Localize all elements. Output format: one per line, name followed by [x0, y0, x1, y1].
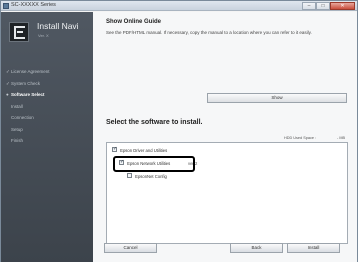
- step-list: ✓ License Agreement ✓ System Check ● Sof…: [1, 66, 93, 147]
- close-button[interactable]: ✕: [330, 2, 355, 10]
- window-title: SC-XXXXX Series: [11, 2, 56, 8]
- check-icon: ✓: [6, 69, 10, 74]
- step-system-check: ✓ System Check: [1, 78, 93, 90]
- software-item-label: EpsonNet Config: [135, 174, 167, 179]
- step-label: Software Select: [11, 92, 45, 97]
- software-select-heading: Select the software to install.: [106, 119, 203, 126]
- online-guide-heading: Show Online Guide: [106, 19, 162, 25]
- step-label: License Agreement: [11, 69, 50, 74]
- step-label: Connection: [11, 115, 34, 120]
- step-finish: Finish: [1, 135, 93, 147]
- install-navi-logo: [9, 22, 29, 42]
- software-item-driver-utilities[interactable]: Epson Driver and Utilities: [112, 146, 168, 155]
- step-label: Install: [11, 103, 23, 109]
- install-button[interactable]: Install: [287, 243, 340, 253]
- step-connection: Connection: [1, 112, 93, 124]
- step-license-agreement: ✓ License Agreement: [1, 66, 93, 78]
- disk-space-value: - MB: [337, 136, 346, 140]
- step-label: Setup: [11, 126, 23, 132]
- sidebar: Install Navi Ver. X ✓ License Agreement …: [1, 12, 93, 262]
- app-version: Ver. X: [38, 33, 49, 38]
- app-name: Install Navi: [37, 21, 79, 31]
- step-label: Finish: [11, 138, 24, 143]
- maximize-button[interactable]: □: [316, 2, 330, 10]
- app-icon: [3, 3, 9, 9]
- step-install: Install: [1, 101, 93, 113]
- cancel-button[interactable]: Cancel: [104, 243, 157, 253]
- step-setup: Setup: [1, 124, 93, 136]
- checkbox-checked-icon[interactable]: [112, 146, 117, 153]
- step-label: System Check: [11, 80, 41, 86]
- software-item-label: Epson Driver and Utilities: [120, 148, 168, 153]
- title-bar[interactable]: SC-XXXXX Series – □ ✕: [1, 1, 357, 11]
- back-button[interactable]: Back: [230, 243, 283, 253]
- current-step-icon: ●: [6, 92, 9, 97]
- step-software-select: ● Software Select: [1, 89, 93, 101]
- logo-glyph-icon: [14, 26, 25, 39]
- disk-space-label: HDD Used Space :: [284, 136, 317, 140]
- highlight-box: [113, 156, 195, 172]
- software-item-epsonnet-config[interactable]: EpsonNet Config: [127, 173, 167, 181]
- online-guide-description: See the PDF/HTML manual. If necessary, c…: [106, 30, 312, 35]
- installer-window: SC-XXXXX Series – □ ✕ Install Navi Ver. …: [0, 0, 358, 262]
- show-button[interactable]: Show: [207, 93, 347, 103]
- minimize-button[interactable]: –: [302, 2, 316, 10]
- main-content: Show Online Guide See the PDF/HTML manua…: [93, 12, 357, 262]
- software-list[interactable]: Epson Driver and Utilities ver 2 Epson N…: [106, 142, 348, 244]
- check-icon: ✓: [6, 80, 10, 86]
- checkbox-unchecked-icon[interactable]: [127, 173, 132, 179]
